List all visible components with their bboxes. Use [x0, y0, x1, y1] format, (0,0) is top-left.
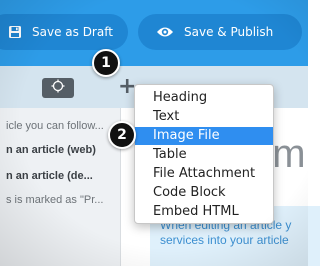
- menu-item-code-block[interactable]: Code Block: [135, 184, 273, 202]
- menu-item-file-attachment[interactable]: File Attachment: [135, 165, 273, 183]
- save-and-publish-button[interactable]: Save & Publish: [138, 14, 302, 50]
- save-as-draft-label: Save as Draft: [32, 25, 113, 39]
- floppy-disk-icon: [8, 25, 22, 39]
- insert-menu: Heading Text Image File Table File Attac…: [134, 84, 274, 224]
- hint-text: services into your article: [160, 233, 289, 247]
- menu-item-text[interactable]: Text: [135, 108, 273, 126]
- callout-step-2: 2: [108, 121, 136, 149]
- list-item[interactable]: n an article (de...: [6, 170, 120, 182]
- save-and-publish-label: Save & Publish: [184, 25, 274, 39]
- crosshair-icon: [51, 79, 65, 98]
- callout-step-1: 1: [92, 49, 120, 77]
- eye-icon: [156, 26, 174, 38]
- article-list-sidebar: icle you can follow... n an article (web…: [0, 108, 121, 266]
- menu-item-heading[interactable]: Heading: [135, 89, 273, 107]
- list-item[interactable]: icle you can follow...: [6, 120, 120, 132]
- menu-item-image-file[interactable]: Image File: [135, 127, 273, 145]
- menu-item-embed-html[interactable]: Embed HTML: [135, 203, 273, 221]
- list-item[interactable]: n an article (web): [6, 144, 120, 156]
- save-as-draft-button[interactable]: Save as Draft: [0, 14, 128, 50]
- focus-mode-button[interactable]: [42, 78, 74, 98]
- list-item[interactable]: s is marked as "Pr...: [6, 194, 120, 206]
- menu-item-table[interactable]: Table: [135, 146, 273, 164]
